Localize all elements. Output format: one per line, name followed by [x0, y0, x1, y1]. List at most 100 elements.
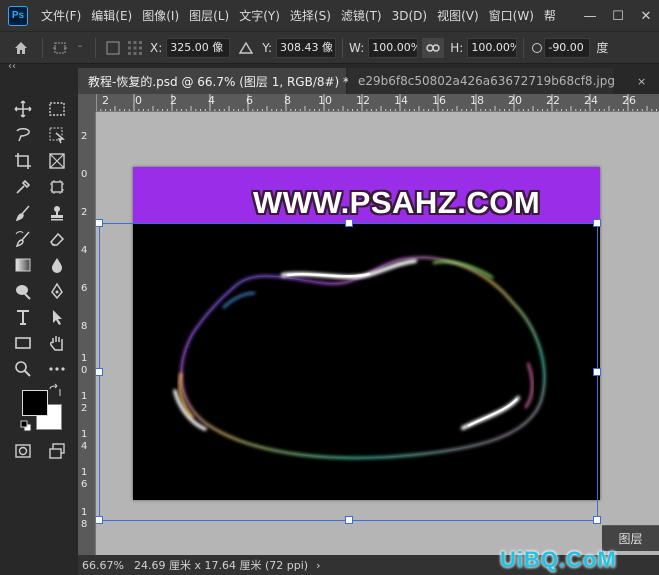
- zoom-level[interactable]: 66.67%: [82, 559, 130, 572]
- photoshop-logo-icon[interactable]: Ps: [8, 5, 28, 26]
- pen-tool-icon[interactable]: [46, 280, 68, 302]
- ruler-left-label: 6: [81, 479, 88, 490]
- ruler-top-label: 12: [356, 94, 370, 107]
- status-menu-arrow-icon[interactable]: ›: [316, 559, 320, 572]
- menu-window[interactable]: 窗口(W): [484, 0, 539, 32]
- canvas-workspace[interactable]: WWW.PSAHZ.COM: [96, 112, 659, 555]
- menu-help[interactable]: 帮: [539, 0, 561, 32]
- free-transform-bounding-box[interactable]: [96, 219, 601, 524]
- ruler-left-label: 4: [81, 441, 88, 452]
- menu-filter[interactable]: 滤镜(T): [336, 0, 387, 32]
- stamp-tool-icon[interactable]: [46, 202, 68, 224]
- ruler-top-label: 14: [394, 94, 408, 107]
- x-position-input[interactable]: 325.00 像: [166, 37, 231, 58]
- lasso-tool-icon[interactable]: [12, 124, 34, 146]
- close-icon[interactable]: ✕: [639, 9, 653, 24]
- h-label: H:: [450, 40, 464, 55]
- move-tool-icon[interactable]: [12, 98, 34, 120]
- ruler-top-label: 20: [508, 94, 522, 107]
- quick-mask-icon[interactable]: [12, 440, 34, 462]
- tab-jpg-document[interactable]: e29b6f8c50802a426a63672719b68cf8.jpg ×: [348, 68, 646, 94]
- transform-handle-bottom-left[interactable]: [96, 516, 103, 524]
- transform-move-icon: [49, 40, 71, 56]
- ruler-top-label: 2: [102, 94, 109, 107]
- menu-image[interactable]: 图像(I): [137, 0, 184, 32]
- zoom-tool-icon[interactable]: [12, 358, 34, 380]
- reference-arrow-icon: ⁃: [76, 40, 84, 55]
- tab-close-icon[interactable]: ×: [637, 75, 646, 88]
- eraser-tool-icon[interactable]: [46, 228, 68, 250]
- brush-tool-icon[interactable]: [12, 202, 34, 224]
- ruler-left-label: 4: [81, 245, 88, 256]
- ruler-top-label: 16: [432, 94, 446, 107]
- width-input[interactable]: 100.00%: [368, 37, 419, 58]
- transform-handle-bottom-right[interactable]: [593, 516, 601, 524]
- transform-handle-top-left[interactable]: [96, 219, 103, 227]
- document-size: 24.69 厘米 x 17.64 厘米 (72 ppi): [134, 559, 309, 572]
- foreground-color-swatch[interactable]: [22, 390, 48, 416]
- eyedropper-tool-icon[interactable]: [12, 176, 34, 198]
- frame-tool-icon[interactable]: [46, 150, 68, 172]
- w-label: W:: [349, 40, 365, 55]
- home-icon[interactable]: [6, 40, 36, 56]
- reference-checkbox[interactable]: [102, 41, 124, 55]
- transform-handle-right[interactable]: [593, 368, 601, 376]
- height-input[interactable]: 100.00%: [467, 37, 518, 58]
- tab-psd-document[interactable]: 教程-恢复的.psd @ 66.7% (图层 1, RGB/8#) * ×: [78, 68, 366, 94]
- x-label: X:: [150, 40, 163, 55]
- menu-layer[interactable]: 图层(L): [184, 0, 234, 32]
- more-tools-icon[interactable]: [46, 358, 68, 380]
- dodge-tool-icon[interactable]: [12, 280, 34, 302]
- history-brush-tool-icon[interactable]: [12, 228, 34, 250]
- ruler-left-label: 1: [81, 429, 88, 440]
- rotation-input[interactable]: -90.00: [544, 37, 591, 58]
- purple-banner: WWW.PSAHZ.COM: [133, 167, 600, 223]
- tools-panel: [6, 92, 66, 464]
- menu-edit[interactable]: 编辑(E): [86, 0, 137, 32]
- path-selection-tool-icon[interactable]: [46, 306, 68, 328]
- blur-tool-icon[interactable]: [46, 254, 68, 276]
- transform-handle-top[interactable]: [345, 219, 353, 227]
- minimize-icon[interactable]: —: [583, 9, 597, 24]
- ruler-top-label: 10: [318, 94, 332, 107]
- collapse-panels-icon[interactable]: ‹‹: [8, 61, 16, 72]
- y-position-input[interactable]: 308.43 像: [276, 37, 337, 58]
- ruler-top-label: 26: [622, 94, 636, 107]
- angle-unit-label: 度: [596, 41, 609, 55]
- menu-3d[interactable]: 3D(D): [387, 0, 432, 32]
- hand-tool-icon[interactable]: [46, 332, 68, 354]
- object-selection-tool-icon[interactable]: [46, 124, 68, 146]
- horizontal-ruler[interactable]: 2 0 2 4 6 8 10 12 14 16 18 20 22 24 26: [96, 94, 659, 112]
- delta-icon[interactable]: [234, 41, 258, 55]
- ruler-top-label: 4: [208, 94, 215, 107]
- transform-handle-left[interactable]: [96, 368, 103, 376]
- ruler-top-label: 8: [284, 94, 291, 107]
- type-tool-icon[interactable]: [12, 306, 34, 328]
- default-colors-icon[interactable]: [20, 420, 32, 432]
- ruler-left-label: 2: [81, 131, 88, 142]
- document-tabs: 教程-恢复的.psd @ 66.7% (图层 1, RGB/8#) * × e2…: [78, 68, 659, 94]
- menu-file[interactable]: 文件(F): [36, 0, 86, 32]
- ruler-left-label: 1: [81, 467, 88, 478]
- frame-grid-tool-icon[interactable]: [46, 176, 68, 198]
- menu-bar: Ps 文件(F) 编辑(E) 图像(I) 图层(L) 文字(Y) 选择(S) 滤…: [0, 0, 659, 32]
- menu-view[interactable]: 视图(V): [432, 0, 484, 32]
- crop-tool-icon[interactable]: [12, 150, 34, 172]
- transform-handle-bottom[interactable]: [345, 516, 353, 524]
- link-icon[interactable]: [422, 37, 445, 58]
- rotate-angle-icon: [530, 42, 544, 54]
- ruler-origin[interactable]: [78, 94, 96, 112]
- transform-handle-top-right[interactable]: [593, 219, 601, 227]
- vertical-ruler[interactable]: 2 0 2 4 6 8 1 0 1 2 1 4 1 6 1 8: [78, 112, 96, 555]
- menu-select[interactable]: 选择(S): [285, 0, 336, 32]
- reference-point-icon[interactable]: [124, 40, 146, 56]
- marquee-tool-icon[interactable]: [46, 98, 68, 120]
- rectangle-tool-icon[interactable]: [12, 332, 34, 354]
- maximize-icon[interactable]: ☐: [611, 9, 625, 24]
- ruler-top-label: 22: [546, 94, 560, 107]
- swap-colors-icon[interactable]: [48, 383, 62, 398]
- separator: [342, 37, 344, 58]
- menu-type[interactable]: 文字(Y): [234, 0, 285, 32]
- screen-mode-icon[interactable]: [46, 440, 68, 462]
- gradient-tool-icon[interactable]: [12, 254, 34, 276]
